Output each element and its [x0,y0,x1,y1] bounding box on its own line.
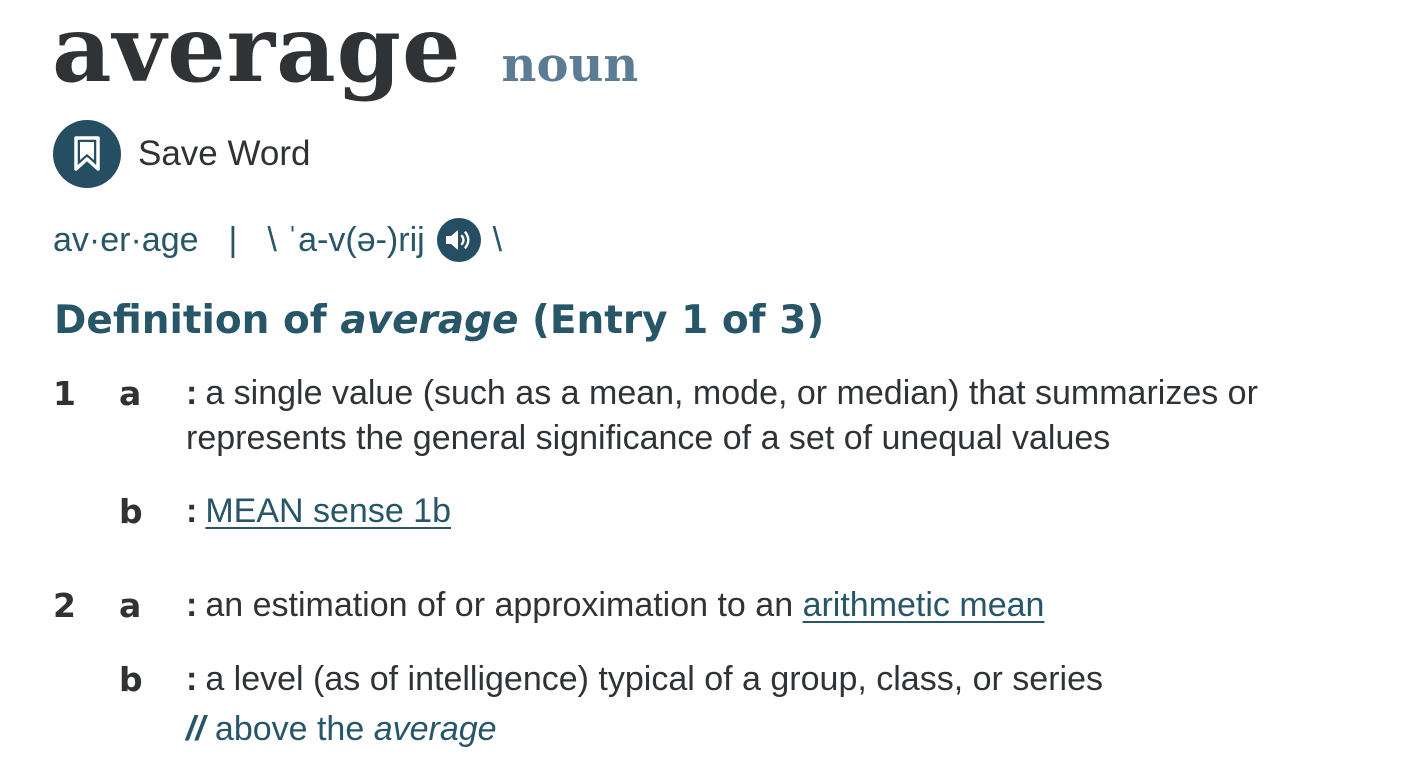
sense-letter: a [119,374,142,413]
usage-example: //above the average [186,710,497,749]
definition-colon: : [186,492,198,530]
cross-reference-link[interactable]: MEAN sense 1b [205,492,451,530]
definition-text: :a level (as of intelligence) typical of… [186,657,1418,702]
example-marker: // [186,710,205,748]
save-word-button[interactable]: Save Word [53,120,311,188]
definition-body: a level (as of intelligence) typical of … [205,660,1103,698]
definition-text: : an estimation of or approximation to an… [186,583,1418,628]
save-word-label[interactable]: Save Word [138,134,311,174]
sense-letter: b [119,660,143,699]
definition-text: : MEAN sense 1b [186,489,1418,534]
definition-colon: : [186,660,198,698]
sense-number: 1 [53,374,76,413]
cross-reference-link[interactable]: arithmetic mean [803,586,1045,624]
headword: average [52,0,462,103]
bookmark-icon[interactable] [53,120,121,188]
definition-colon: : [186,374,198,412]
definition-heading: Definition of average (Entry 1 of 3) [54,298,824,343]
sense-letter: a [119,586,142,625]
pronunciation-separator: | [228,220,238,259]
definition-heading-entry: (Entry 1 of 3) [532,298,825,343]
definition-body: an estimation of or approximation to an [205,586,794,624]
definition-body: a single value (such as a mean, mode, or… [186,374,1258,457]
sense-number: 2 [53,586,76,625]
pronunciation-close-slash: \ [492,220,503,259]
definition-heading-word: average [340,298,519,343]
example-word: average [373,710,497,748]
definition-text: :a single value (such as a mean, mode, o… [186,371,1418,461]
example-text: above the [214,710,365,748]
definition-heading-prefix: Definition of [54,298,327,343]
pronunciation-row: av·er·age | \ ˈa-v(ə-)rij \ [53,214,502,266]
pronunciation-open-slash: \ [267,220,277,259]
pronunciation-ipa: ˈa-v(ə-)rij [286,220,425,259]
definition-colon: : [186,586,198,624]
sense-letter: b [119,492,143,531]
entry-header: average noun [52,0,638,104]
syllabification: av·er·age [53,220,199,259]
part-of-speech-link[interactable]: noun [502,37,639,93]
speaker-icon[interactable] [436,218,481,262]
